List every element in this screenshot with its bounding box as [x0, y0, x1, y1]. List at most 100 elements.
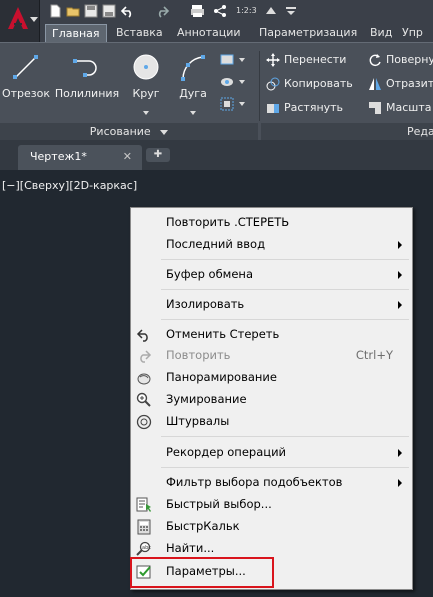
move-tool-button[interactable]: Перенести [266, 51, 346, 69]
tab-insert[interactable]: Вставка [110, 24, 169, 42]
scale-tool-button[interactable]: Масшта [368, 99, 432, 117]
arc-dropdown-icon[interactable] [190, 111, 196, 115]
line-tool-button[interactable]: Отрезок [0, 51, 52, 100]
arc-icon [177, 51, 209, 83]
line-tool-label: Отрезок [1, 87, 51, 100]
menu-item-label: Найти... [166, 541, 215, 555]
arc-tool-button[interactable]: Дуга [172, 51, 214, 115]
menu-separator [161, 259, 409, 260]
new-drawing-tab-button[interactable]: ✚ [146, 148, 170, 162]
drawing-tab[interactable]: Чертеж1* ✕ [18, 145, 142, 170]
menu-separator [161, 467, 409, 468]
steering-wheel-icon [136, 414, 152, 430]
menu-item-pan[interactable]: Панорамирование [131, 367, 412, 388]
share-link-icon[interactable] [264, 4, 278, 18]
draw-panel-title-label: Рисование [89, 125, 151, 138]
pan-icon [136, 370, 152, 386]
menu-item-quick-select[interactable]: Быстрый выбор... [131, 494, 412, 515]
menu-item-clipboard[interactable]: Буфер обмена [131, 264, 412, 285]
menu-item-repeat-erase[interactable]: Повторить .СТЕРЕТЬ [131, 212, 412, 233]
move-tool-label: Перенести [284, 53, 347, 66]
submenu-arrow-icon [398, 301, 402, 309]
ribbon-panel: Отрезок Полилиния Круг Дуга Рисование Пе… [0, 42, 433, 141]
copy-tool-label: Копировать [284, 77, 353, 90]
submenu-arrow-icon [398, 449, 402, 457]
new-file-icon[interactable] [48, 4, 62, 18]
document-tab-bar: Чертеж1* ✕ ✚ [0, 140, 433, 170]
menu-item-label: Быстрый выбор... [166, 497, 272, 511]
scale-tool-label: Масшта [386, 101, 432, 114]
gradient-dropdown-icon[interactable] [239, 102, 245, 106]
menu-item-label: Штурвалы [166, 414, 230, 428]
close-tab-icon[interactable]: ✕ [123, 145, 132, 169]
tab-view[interactable]: Вид [364, 24, 398, 42]
menu-item-label: Буфер обмена [166, 267, 254, 281]
copy-tool-button[interactable]: Копировать [266, 75, 353, 93]
panel-divider [259, 51, 260, 121]
menu-separator [161, 436, 409, 437]
stretch-tool-label: Растянуть [284, 101, 344, 114]
stretch-tool-button[interactable]: Растянуть [266, 99, 343, 117]
zoom-icon [136, 392, 152, 408]
svg-text:abc: abc [142, 545, 151, 551]
menu-item-find[interactable]: abc Найти... [131, 538, 412, 559]
modify-panel-title[interactable]: Реда [261, 123, 433, 141]
save-as-icon[interactable] [102, 4, 116, 18]
rectangle-dropdown-icon[interactable] [239, 58, 245, 62]
menu-item-label: Панорамирование [166, 370, 277, 384]
tab-annotate[interactable]: Аннотации [171, 24, 247, 42]
plot-icon[interactable] [190, 4, 204, 18]
draw-panel-title[interactable]: Рисование [0, 123, 258, 141]
menu-item-redo[interactable]: Повторить Ctrl+Y [131, 345, 412, 366]
scale-icon [368, 101, 382, 115]
menu-item-subobject-filter[interactable]: Фильтр выбора подобъектов [131, 472, 412, 493]
draw-panel-expand-icon [160, 129, 169, 135]
menu-item-steering-wheels[interactable]: Штурвалы [131, 411, 412, 432]
menu-item-label: Повторить [166, 348, 231, 362]
submenu-arrow-icon [398, 241, 402, 249]
menu-item-action-recorder[interactable]: Рекордер операций [131, 442, 412, 463]
stretch-icon [266, 101, 280, 115]
viewport-controls-label[interactable]: [−][Сверху][2D-каркас] [2, 179, 137, 192]
undo-arrow-icon[interactable] [120, 4, 134, 18]
polyline-icon [71, 51, 103, 83]
menu-item-quickcalc[interactable]: БыстрКальк [131, 516, 412, 537]
polyline-tool-button[interactable]: Полилиния [54, 51, 120, 100]
mirror-tool-button[interactable]: Отразит [368, 75, 433, 93]
share-icon[interactable] [212, 4, 226, 18]
menu-item-isolate[interactable]: Изолировать [131, 294, 412, 315]
tab-parametric[interactable]: Параметризация [253, 24, 363, 42]
plus-icon: ✚ [153, 149, 163, 160]
hatch-icon[interactable] [220, 75, 236, 89]
menu-item-label: БыстрКальк [166, 519, 240, 533]
save-icon[interactable] [84, 4, 98, 18]
menu-item-undo-erase[interactable]: Отменить Стереть [131, 324, 412, 345]
circle-tool-button[interactable]: Круг [126, 51, 166, 115]
redo-arrow-icon[interactable] [152, 4, 170, 18]
hatch-dropdown-icon[interactable] [239, 80, 245, 84]
application-menu-button[interactable] [0, 0, 40, 42]
rotate-tool-button[interactable]: Поверну [368, 51, 433, 69]
menu-item-label: Зумирование [166, 392, 247, 406]
rotate-tool-label: Поверну [386, 53, 433, 66]
open-folder-icon[interactable] [66, 4, 80, 18]
rectangle-icon[interactable] [220, 53, 236, 67]
menu-item-label: Последний ввод [166, 237, 266, 251]
menu-item-recent-input[interactable]: Последний ввод [131, 234, 412, 255]
tab-home[interactable]: Главная [45, 24, 107, 42]
menu-item-label: Рекордер операций [166, 445, 287, 459]
menu-item-shortcut: Ctrl+Y [355, 348, 393, 362]
circle-dropdown-icon[interactable] [143, 111, 149, 115]
gradient-icon[interactable] [220, 97, 236, 111]
menu-item-label: Фильтр выбора подобъектов [166, 475, 343, 489]
circle-tool-label: Круг [132, 87, 160, 100]
tab-manage[interactable]: Упр [396, 24, 429, 42]
drawing-tab-title: Чертеж1* [30, 150, 87, 163]
quick-access-toolbar: 1:2:3 [0, 0, 433, 24]
mirror-tool-label: Отразит [386, 77, 433, 90]
workspace-label[interactable]: 1:2:3 [236, 6, 257, 15]
qat-dropdown-icon[interactable] [285, 4, 299, 18]
find-icon: abc [136, 541, 152, 557]
menu-item-zoom[interactable]: Зумирование [131, 389, 412, 410]
undo-icon [136, 327, 152, 343]
